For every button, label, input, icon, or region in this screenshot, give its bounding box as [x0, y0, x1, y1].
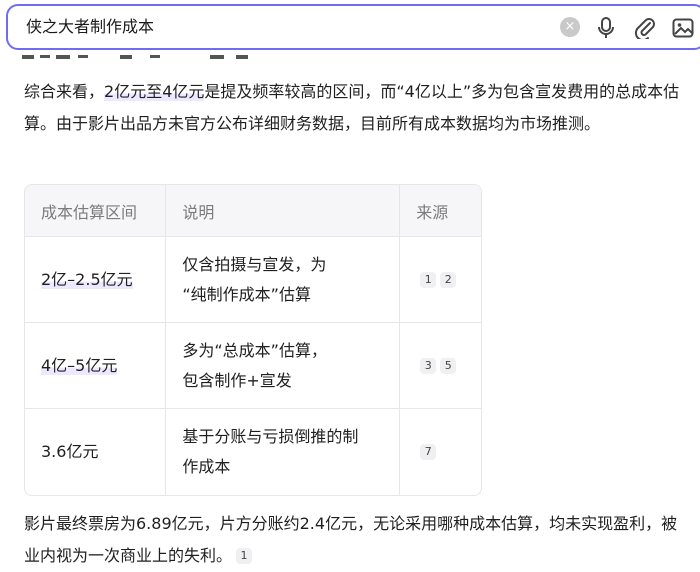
citation-badge[interactable]: 1: [420, 271, 437, 288]
microphone-icon[interactable]: [596, 17, 616, 38]
clipped-text-line: [0, 50, 700, 60]
table-row: 4亿–5亿元 多为“总成本”估算， 包含制作+宣发 35: [25, 323, 481, 409]
citation-badge[interactable]: 2: [440, 271, 457, 288]
citation-badge[interactable]: 1: [236, 548, 253, 564]
table-header-row: 成本估算区间 说明 来源: [25, 185, 481, 237]
table-row: 3.6亿元 基于分账与亏损倒推的制 作成本 7: [25, 409, 481, 495]
summary-paragraph: 综合来看，2亿元至4亿元是提及频率较高的区间，而“4亿以上”多为包含宣发费用的总…: [24, 76, 689, 140]
cell-range: 2亿–2.5亿元: [41, 269, 133, 289]
conclusion-text: 影片最终票房为6.89亿元，片方分账约2.4亿元，无论采用哪种成本估算，均未实现…: [24, 514, 678, 565]
summary-highlight: 2亿元至4亿元: [104, 82, 205, 101]
cell-description: 多为“总成本”估算， 包含制作+宣发: [166, 323, 401, 409]
cell-range: 4亿–5亿元: [41, 355, 118, 375]
citation-badge[interactable]: 5: [440, 357, 457, 374]
cell-source: 12: [400, 237, 481, 323]
search-bar[interactable]: 侠之大者制作成本 ×: [6, 4, 700, 50]
cell-source: 7: [400, 409, 481, 495]
clear-icon[interactable]: ×: [560, 17, 580, 37]
cost-estimate-table: 成本估算区间 说明 来源 2亿–2.5亿元 仅含拍摄与宣发，为 “纯制作成本”估…: [24, 184, 482, 496]
header-source: 来源: [400, 185, 481, 237]
citation-badge[interactable]: 7: [420, 444, 437, 460]
cell-description: 仅含拍摄与宣发，为 “纯制作成本”估算: [166, 237, 401, 323]
table-row: 2亿–2.5亿元 仅含拍摄与宣发，为 “纯制作成本”估算 12: [25, 237, 481, 323]
citation-badge[interactable]: 3: [420, 357, 437, 374]
conclusion-paragraph: 影片最终票房为6.89亿元，片方分账约2.4亿元，无论采用哪种成本估算，均未实现…: [24, 508, 689, 572]
header-description: 说明: [166, 185, 401, 237]
cell-description: 基于分账与亏损倒推的制 作成本: [166, 409, 401, 495]
search-input[interactable]: 侠之大者制作成本: [26, 6, 154, 48]
paperclip-icon[interactable]: [634, 17, 655, 42]
image-icon[interactable]: [672, 17, 694, 38]
summary-text-a: 综合来看，: [24, 82, 105, 101]
cell-source: 35: [400, 323, 481, 409]
cell-range: 3.6亿元: [41, 442, 99, 461]
header-range: 成本估算区间: [25, 185, 167, 237]
